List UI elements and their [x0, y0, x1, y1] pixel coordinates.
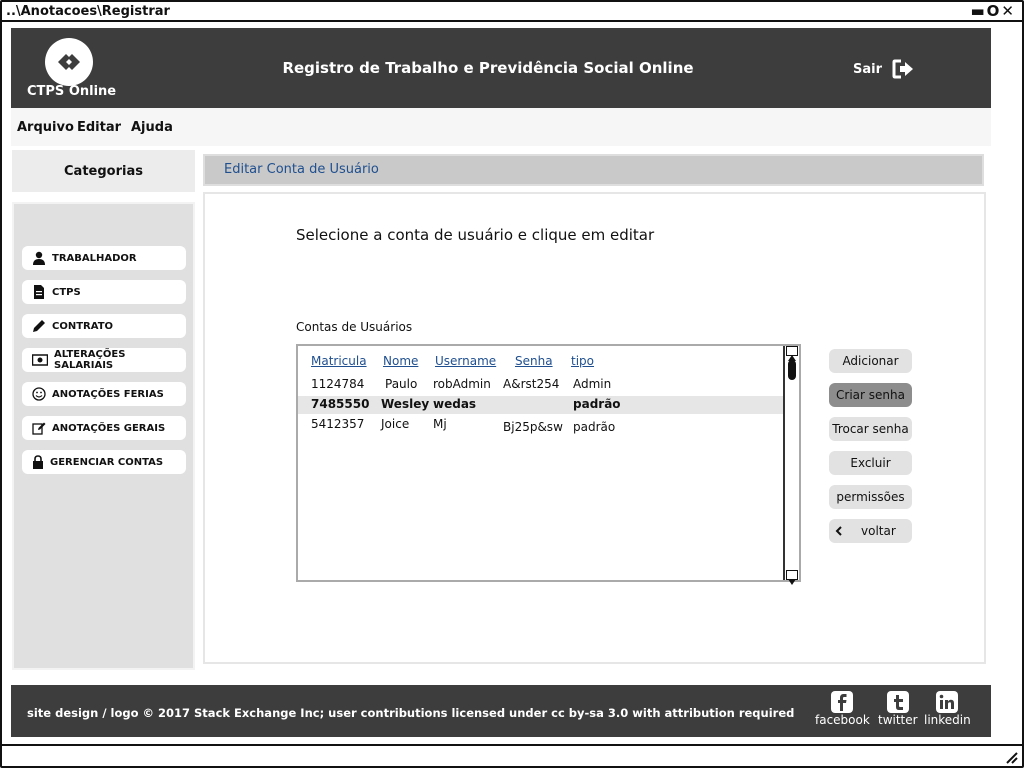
- sidebar-item-ctps[interactable]: CTPS: [22, 280, 186, 304]
- chevron-left-icon: [835, 526, 842, 536]
- change-password-button[interactable]: Trocar senha: [829, 417, 912, 441]
- sidebar-item-label: CTPS: [52, 286, 81, 298]
- sidebar-item-gerenciar-contas[interactable]: GERENCIAR CONTAS: [22, 450, 186, 474]
- cell-nome: Paulo: [385, 377, 418, 391]
- scroll-up-icon[interactable]: [786, 346, 798, 361]
- window-statusbar: [2, 744, 1022, 766]
- edit-icon: [32, 422, 46, 435]
- lock-icon: [33, 455, 43, 469]
- sidebar-item-label: ANOTAÇÕES FERIAS: [52, 388, 164, 400]
- smile-icon: [32, 387, 46, 401]
- document-icon: [34, 285, 44, 299]
- sidebar-item-label: ANOTAÇÕES GERAIS: [52, 422, 166, 434]
- twitter-label: twitter: [878, 713, 918, 727]
- cell-nome: Wesley: [381, 397, 430, 411]
- sidebar-item-label: CONTRATO: [52, 320, 114, 332]
- main-panel: Selecione a conta de usuário e clique em…: [203, 192, 986, 664]
- menu-bar: Arquivo Editar Ajuda: [11, 108, 991, 146]
- table-row-selected[interactable]: 7485550 Wesley wedas padrão: [298, 396, 783, 414]
- cell-senha: A&rst254: [503, 377, 560, 391]
- sidebar-item-label: GERENCIAR CONTAS: [50, 456, 164, 468]
- instruction-text: Selecione a conta de usuário e clique em…: [296, 226, 655, 244]
- facebook-icon: [831, 691, 854, 713]
- sidebar-item-alteracoes-salariais[interactable]: ALTERAÇÕES SALARIAIS: [22, 348, 186, 372]
- page-title: Editar Conta de Usuário: [224, 162, 379, 177]
- table-row[interactable]: 1124784 Paulo robAdmin A&rst254 Admin: [298, 376, 783, 394]
- linkedin-label: linkedin: [924, 713, 971, 727]
- twitter-icon: [886, 691, 909, 713]
- linkedin-link[interactable]: linkedin: [924, 691, 971, 727]
- cell-matricula: 1124784: [311, 377, 365, 391]
- permissions-button[interactable]: permissões: [829, 485, 912, 509]
- close-icon[interactable]: ✕: [1001, 2, 1016, 20]
- facebook-label: facebook: [815, 713, 870, 727]
- linkedin-icon: [936, 691, 959, 713]
- cell-tipo: padrão: [573, 397, 621, 411]
- sidebar: TRABALHADOR CTPS CONTRATO ALTERAÇÕES SAL…: [12, 202, 195, 670]
- sidebar-item-contrato[interactable]: CONTRATO: [22, 314, 186, 338]
- categories-heading: Categorias: [12, 150, 195, 192]
- money-icon: [32, 354, 48, 366]
- logo-text: CTPS Online: [27, 84, 117, 99]
- app-header: CTPS Online Registro de Trabalho e Previ…: [11, 28, 991, 108]
- cell-username: Mj: [433, 417, 447, 431]
- scroll-down-icon[interactable]: [786, 570, 798, 585]
- logout-label: Sair: [853, 61, 883, 77]
- minimize-icon[interactable]: ▬: [970, 2, 986, 20]
- list-scrollbar[interactable]: [783, 346, 799, 585]
- pencil-icon: [33, 320, 45, 332]
- sidebar-item-anotacoes-gerais[interactable]: ANOTAÇÕES GERAIS: [22, 416, 186, 440]
- logout-icon: [892, 59, 914, 79]
- sidebar-item-label: ALTERAÇÕES SALARIAIS: [54, 349, 126, 371]
- back-button[interactable]: voltar: [829, 519, 912, 543]
- column-header-senha[interactable]: Senha: [515, 354, 553, 368]
- scrollbar-thumb[interactable]: [788, 360, 796, 380]
- twitter-link[interactable]: twitter: [878, 691, 918, 727]
- column-header-matricula[interactable]: Matricula: [311, 354, 367, 368]
- sidebar-item-anotacoes-ferias[interactable]: ANOTAÇÕES FERIAS: [22, 382, 186, 406]
- accounts-list[interactable]: Matricula Nome Username Senha tipo 11247…: [296, 344, 801, 585]
- footer-copyright: site design / logo © 2017 Stack Exchange…: [27, 706, 795, 720]
- cell-username: wedas: [433, 397, 477, 411]
- cell-senha: Bj25p&sw: [503, 420, 563, 434]
- sidebar-item-label: TRABALHADOR: [52, 252, 137, 264]
- header-title: Registro de Trabalho e Previdência Socia…: [282, 59, 694, 77]
- back-button-label: voltar: [861, 524, 896, 538]
- menu-ajuda[interactable]: Ajuda: [131, 120, 173, 135]
- window-title: ..\Anotacoes\Registrar: [6, 4, 170, 19]
- logout-button[interactable]: Sair: [853, 59, 914, 79]
- cell-matricula: 5412357: [311, 417, 365, 431]
- user-icon: [33, 251, 45, 265]
- maximize-icon[interactable]: O: [987, 2, 1002, 20]
- footer: site design / logo © 2017 Stack Exchange…: [11, 685, 991, 737]
- window-controls: ▬O✕: [970, 2, 1016, 20]
- column-header-nome[interactable]: Nome: [383, 354, 418, 368]
- cell-nome: Joice: [381, 417, 410, 431]
- add-button[interactable]: Adicionar: [829, 349, 912, 373]
- menu-editar[interactable]: Editar: [77, 120, 121, 135]
- resize-grip-icon[interactable]: [1004, 750, 1018, 764]
- create-password-button[interactable]: Criar senha: [829, 383, 912, 407]
- table-row[interactable]: 5412357 Joice Mj Bj25p&sw padrão: [298, 416, 783, 434]
- facebook-link[interactable]: facebook: [815, 691, 870, 727]
- accounts-list-label: Contas de Usuários: [296, 320, 413, 334]
- delete-button[interactable]: Excluir: [829, 451, 912, 475]
- column-header-tipo[interactable]: tipo: [571, 354, 594, 368]
- column-header-username[interactable]: Username: [435, 354, 496, 368]
- sidebar-item-trabalhador[interactable]: TRABALHADOR: [22, 246, 186, 270]
- cell-tipo: Admin: [573, 377, 612, 391]
- menu-arquivo[interactable]: Arquivo: [17, 120, 74, 135]
- cell-matricula: 7485550: [311, 397, 370, 411]
- page-titlebar: Editar Conta de Usuário: [203, 154, 984, 186]
- window-titlebar: ..\Anotacoes\Registrar ▬O✕: [2, 2, 1022, 22]
- cell-username: robAdmin: [433, 377, 491, 391]
- cell-tipo: padrão: [573, 420, 616, 434]
